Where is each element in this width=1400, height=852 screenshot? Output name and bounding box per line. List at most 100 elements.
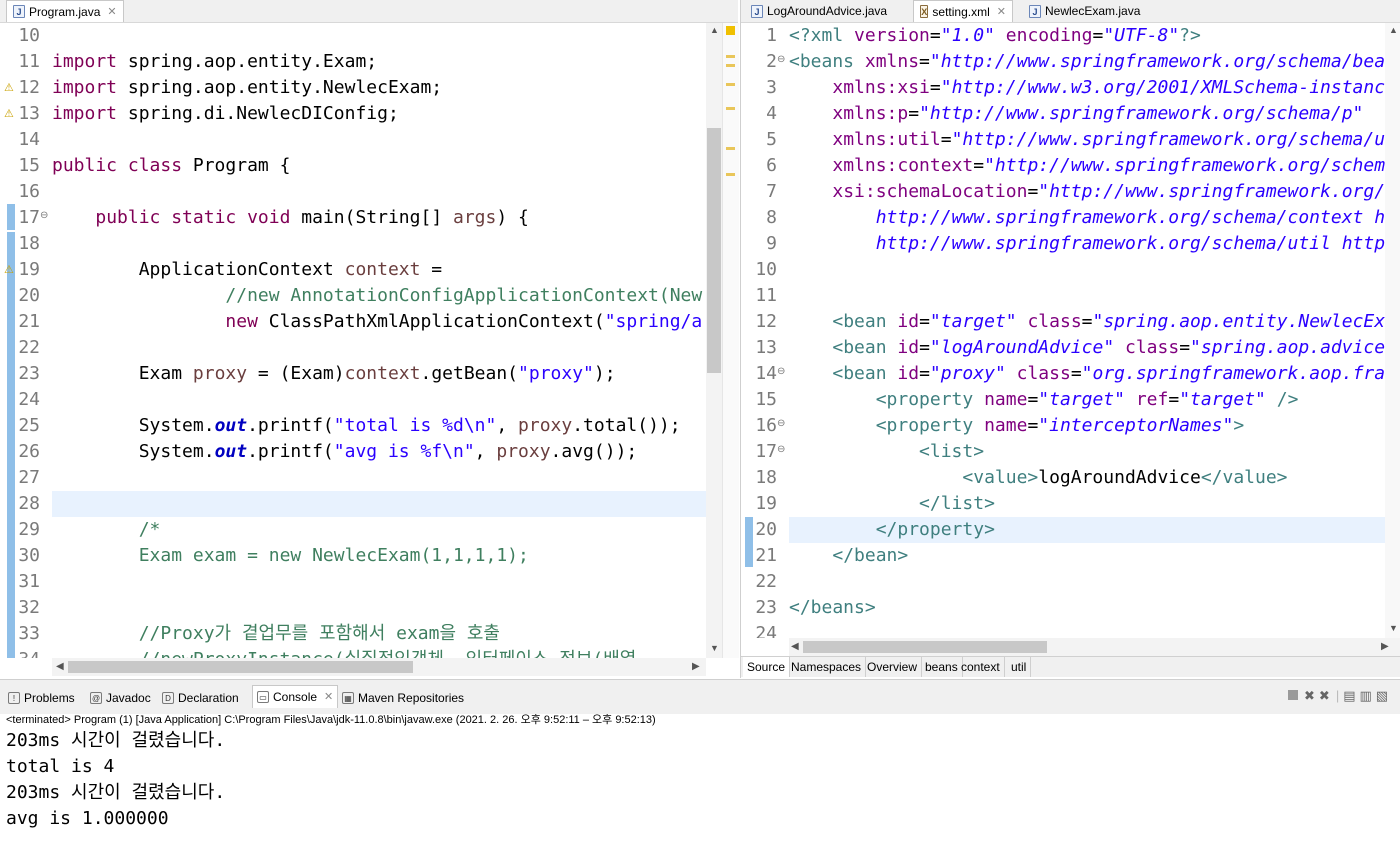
code-token: = [1179, 337, 1191, 358]
tab-logaroundadvice-java[interactable]: J LogAroundAdvice.java [745, 0, 905, 22]
xml-page-tab-context[interactable]: context [957, 657, 1005, 677]
xml-page-tab-namespaces[interactable]: Namespaces [787, 657, 867, 677]
scroll-left-icon[interactable]: ◀ [56, 661, 64, 672]
tab-setting-xml[interactable]: X setting.xml ✕ [913, 0, 1013, 22]
view-tab-problems[interactable]: ! Problems [8, 687, 75, 709]
scroll-left-icon[interactable]: ◀ [791, 641, 799, 652]
xml-page-tab-overview[interactable]: Overview [863, 657, 923, 677]
scroll-up-icon[interactable]: ▲ [710, 25, 719, 35]
scroll-right-icon[interactable]: ▶ [1381, 641, 1389, 652]
console-output[interactable]: 203ms 시간이 걸렸습니다. total is 4 203ms 시간이 걸렸습니… [6, 728, 1386, 832]
code-token: .printf( [247, 441, 334, 462]
code-token: .total()); [572, 415, 681, 436]
view-tab-javadoc[interactable]: @ Javadoc [90, 687, 151, 709]
code-text: import spring.aop.entity.Exam; [52, 49, 377, 75]
console-line: avg is 1.000000 [6, 808, 169, 829]
code-token: id [897, 311, 920, 332]
vertical-scrollbar[interactable]: ▲ ▼ [1385, 23, 1400, 638]
scroll-thumb[interactable] [707, 128, 721, 373]
scroll-thumb[interactable] [68, 661, 413, 673]
tab-program-java[interactable]: J Program.java ✕ [6, 0, 124, 22]
code-token: main(String[] [290, 207, 453, 228]
line-number: 28 [18, 493, 40, 514]
code-token: = [929, 25, 941, 46]
vertical-scrollbar[interactable]: ▲ ▼ [706, 23, 722, 658]
remove-launch-icon[interactable]: ✖ [1304, 688, 1315, 703]
code-token: = [420, 259, 443, 280]
line-number: 9 [766, 233, 777, 254]
view-tab-label: Javadoc [106, 691, 151, 705]
scroll-up-icon[interactable]: ▲ [1389, 25, 1398, 35]
fold-icon[interactable]: ⊖ [40, 210, 48, 221]
xml-page-tab-source[interactable]: Source [743, 657, 791, 677]
code-text: <bean id="logAroundAdvice" class="spring… [789, 335, 1385, 361]
scroll-lock-icon[interactable]: ▥ [1360, 688, 1372, 703]
code-text: public class Program { [52, 153, 290, 179]
terminate-icon[interactable] [1288, 690, 1298, 700]
code-token: id [897, 363, 920, 384]
code-text: import spring.di.NewlecDIConfig; [52, 101, 399, 127]
code-token: "interceptorNames" [1038, 415, 1234, 436]
scroll-thumb[interactable] [803, 641, 1047, 653]
view-tab-declaration[interactable]: D Declaration [162, 687, 239, 709]
line-number: 13 [755, 337, 777, 358]
horizontal-scrollbar[interactable]: ◀ ▶ [789, 638, 1400, 656]
code-token: name [984, 415, 1028, 436]
code-token: xmlns:util [832, 129, 941, 150]
close-icon[interactable]: ✕ [324, 686, 333, 708]
code-text: <bean id="proxy" class="org.springframew… [789, 361, 1385, 387]
pin-icon[interactable]: ▧ [1376, 688, 1388, 703]
fold-icon[interactable]: ⊖ [777, 366, 785, 377]
java-code-area[interactable]: 10 11 import spring.aop.entity.Exam; 12 impo… [0, 23, 706, 658]
clear-console-icon[interactable]: ▤ [1343, 688, 1355, 703]
fold-icon[interactable]: ⊖ [777, 444, 785, 455]
xml-code-area[interactable]: 1 <?xml version="1.0" encoding="UTF-8"?> 2… [741, 23, 1385, 638]
xml-page-tab-util[interactable]: util [1007, 657, 1032, 677]
close-icon[interactable]: ✕ [107, 1, 116, 23]
fold-icon[interactable]: ⊖ [777, 418, 785, 429]
code-token: </bean> [832, 545, 909, 566]
horizontal-scrollbar[interactable]: ◀ ▶ [52, 658, 706, 676]
close-icon[interactable]: ✕ [997, 1, 1006, 23]
view-tab-console[interactable]: ▭ Console ✕ [252, 685, 339, 708]
code-text: </beans> [789, 595, 876, 621]
code-token: //Proxy가 곁업무를 포함해서 exam을 호출 [138, 623, 500, 644]
code-text: xmlns:p="http://www.springframework.org/… [789, 101, 1363, 127]
view-tab-label: Maven Repositories [358, 691, 465, 705]
code-token: "http://www.springframework.org/schem [984, 155, 1385, 176]
scroll-down-icon[interactable]: ▼ [1389, 623, 1398, 633]
code-token: System. [52, 441, 215, 462]
code-text: import spring.aop.entity.NewlecExam; [52, 75, 442, 101]
code-text: Exam proxy = (Exam)context.getBean("prox… [52, 361, 616, 387]
line-number: 3 [766, 77, 777, 98]
line-number: 17 [755, 441, 777, 462]
code-text: </list> [789, 491, 995, 517]
console-status: <terminated> Program (1) [Java Applicati… [6, 714, 656, 726]
code-token: = [1027, 415, 1039, 436]
code-text: <beans xmlns="http://www.springframework… [789, 49, 1385, 75]
warning-summary-icon [726, 26, 735, 35]
code-token: "http://www.springframework.org/schema/b… [929, 51, 1385, 72]
code-token: = [908, 103, 920, 124]
scroll-down-icon[interactable]: ▼ [710, 643, 719, 653]
console-icon: ▭ [257, 691, 269, 703]
scroll-right-icon[interactable]: ▶ [692, 661, 700, 672]
remove-all-icon[interactable]: ✖ [1319, 688, 1330, 703]
line-number: 11 [18, 51, 40, 72]
fold-icon[interactable]: ⊖ [777, 54, 785, 65]
view-tab-maven-repositories[interactable]: ▦ Maven Repositories [342, 687, 464, 709]
code-token: .getBean( [420, 363, 519, 384]
tab-newlecexam-java[interactable]: J NewlecExam.java [1023, 0, 1153, 22]
line-number: 8 [766, 207, 777, 228]
warning-icon: ⚠ [4, 82, 14, 94]
code-text: <?xml version="1.0" encoding="UTF-8"?> [789, 23, 1201, 49]
